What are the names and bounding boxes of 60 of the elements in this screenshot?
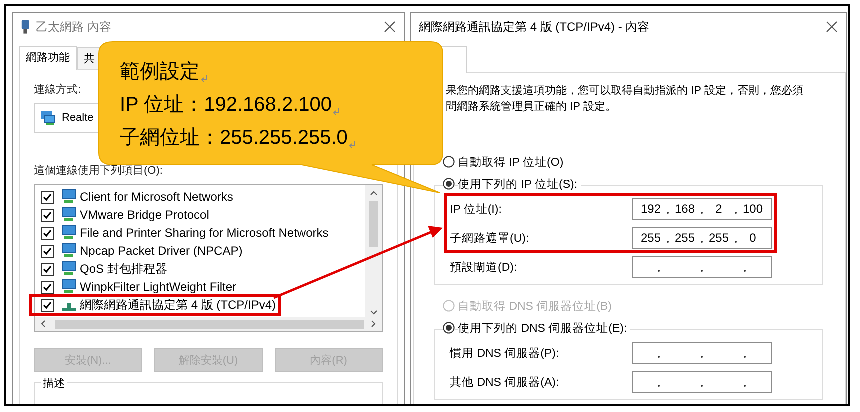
list-item[interactable]: 網際網路通訊協定第 4 版 (TCP/IPv4): [80, 296, 276, 314]
checkbox[interactable]: [41, 280, 54, 294]
callout-text: 範例設定: [120, 60, 200, 85]
list-item[interactable]: WinpkFilter LightWeight Filter: [80, 280, 236, 294]
paragraph-mark-icon: [348, 141, 357, 149]
field-label: 慣用 DNS 伺服器(P):: [450, 346, 560, 360]
radio-label[interactable]: 使用下列的 IP 位址(S):: [458, 176, 581, 192]
field-label: 預設閘道(D):: [450, 260, 518, 274]
paragraph-mark-icon: [333, 108, 341, 116]
checkbox[interactable]: [41, 226, 54, 240]
window-title: 網際網路通訊協定第 4 版 (TCP/IPv4) - 內容: [419, 18, 651, 36]
checkbox[interactable]: [41, 262, 54, 276]
field-label: 這個連線使用下列項目(O):: [34, 164, 164, 178]
list-item[interactable]: QoS 封包排程器: [80, 260, 168, 278]
network-cable-icon: [21, 20, 30, 34]
scroll-left-icon[interactable]: [39, 320, 47, 328]
ip-address-field[interactable]: [632, 342, 772, 364]
list-item[interactable]: File and Printer Sharing for Microsoft Networks: [80, 226, 329, 240]
paragraph-mark-icon: [201, 75, 209, 83]
checkbox[interactable]: [41, 244, 54, 258]
field-label: IP 位址(I):: [450, 202, 502, 216]
radio-button[interactable]: [443, 156, 455, 168]
field-label: 子網路遮罩(U):: [450, 232, 530, 246]
network-adapter-icon: [40, 110, 56, 126]
checkbox[interactable]: [41, 208, 54, 222]
window-title: 乙太網路 內容: [36, 18, 112, 36]
scroll-right-icon[interactable]: [370, 320, 378, 328]
checkbox[interactable]: [41, 190, 54, 204]
network-adapter-icon: [61, 189, 77, 205]
callout-text: IP 位址：192.168.2.100: [120, 93, 332, 118]
radio-button[interactable]: [443, 178, 455, 190]
close-icon[interactable]: [384, 21, 396, 33]
vertical-scrollbar[interactable]: [365, 185, 382, 317]
radio-label[interactable]: 使用下列的 DNS 伺服器位址(E):: [458, 320, 630, 336]
list-item[interactable]: Client for Microsoft Networks: [80, 190, 234, 204]
scrollbar-thumb[interactable]: [369, 201, 378, 247]
tab[interactable]: 網路功能: [19, 46, 77, 70]
list-item[interactable]: Npcap Packet Driver (NPCAP): [80, 244, 243, 258]
list-item[interactable]: VMware Bridge Protocol: [80, 208, 210, 222]
horizontal-scrollbar[interactable]: [35, 317, 382, 331]
network-adapter-icon: [61, 225, 77, 241]
ip-address-field[interactable]: [632, 256, 772, 278]
ip-address-field[interactable]: [632, 371, 772, 393]
adapter-name: Realte: [62, 112, 94, 124]
field-label: 其他 DNS 伺服器(A):: [450, 376, 560, 390]
network-adapter-icon: [61, 243, 77, 259]
ip-address-field[interactable]: 255 255 255 0: [632, 227, 772, 249]
network-adapter-icon: [61, 279, 77, 295]
network-adapter-icon: [61, 261, 77, 277]
ip-address-field[interactable]: 192 168 2 100: [632, 198, 772, 220]
group-label: 描述: [41, 378, 67, 390]
description-text: 果您的網路支援這項功能，您可以取得自動指派的 IP 設定，否則，您必須 問網路系統管理員正確的 IP 設定。: [446, 84, 804, 115]
close-icon[interactable]: [826, 21, 838, 33]
callout-text: 子網位址：255.255.255.0: [120, 126, 348, 151]
checkbox[interactable]: [41, 298, 54, 312]
scroll-down-icon[interactable]: [370, 309, 378, 317]
field-label: 連線方式:: [34, 82, 82, 97]
network-adapter-icon: [61, 207, 77, 223]
scroll-up-icon[interactable]: [370, 189, 378, 197]
radio-button[interactable]: [443, 322, 455, 334]
